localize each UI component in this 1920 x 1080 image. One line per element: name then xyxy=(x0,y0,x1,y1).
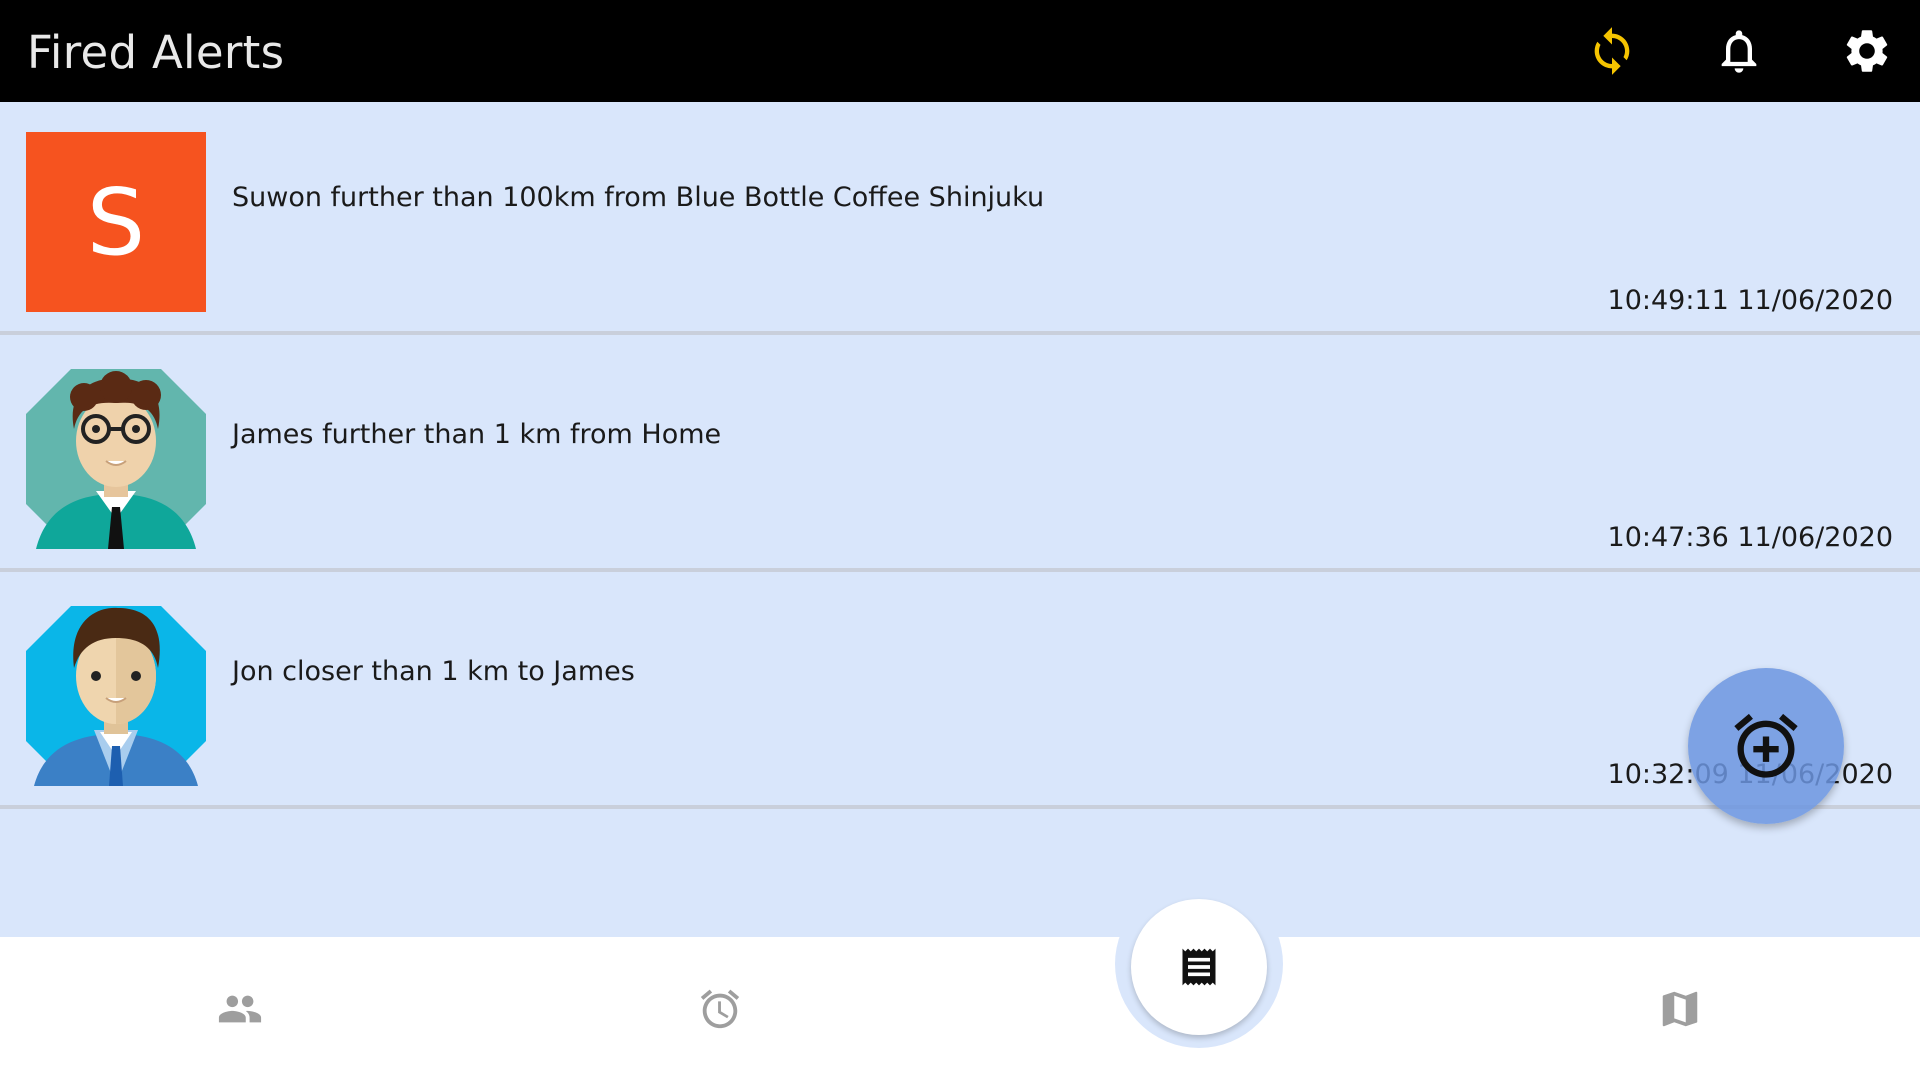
alert-row[interactable]: S Suwon further than 100km from Blue Bot… xyxy=(0,102,1920,335)
alert-message: Suwon further than 100km from Blue Bottl… xyxy=(232,182,1045,213)
add-alarm-icon xyxy=(1734,713,1798,778)
alarm-icon[interactable] xyxy=(692,985,748,1033)
man-suit-avatar xyxy=(26,606,206,786)
alerts-log-button[interactable] xyxy=(1131,899,1267,1035)
bottom-nav xyxy=(0,937,1920,1080)
alert-message: James further than 1 km from Home xyxy=(232,419,722,450)
alert-message: Jon closer than 1 km to James xyxy=(232,656,635,687)
man-glasses-avatar xyxy=(26,369,206,549)
add-alarm-button[interactable] xyxy=(1688,668,1844,824)
gear-icon[interactable] xyxy=(1838,22,1896,80)
people-icon[interactable] xyxy=(212,985,268,1033)
map-icon[interactable] xyxy=(1652,985,1708,1033)
alert-row[interactable]: James further than 1 km from Home 10:47:… xyxy=(0,339,1920,572)
receipt-icon xyxy=(1182,948,1216,986)
app-bar: Fired Alerts xyxy=(0,0,1920,102)
sync-icon[interactable] xyxy=(1583,22,1641,80)
alert-row[interactable]: Jon closer than 1 km to James 10:32:09 1… xyxy=(0,576,1920,809)
alert-timestamp: 10:49:11 11/06/2020 xyxy=(1607,285,1893,316)
alert-list: S Suwon further than 100km from Blue Bot… xyxy=(0,102,1920,937)
avatar-letter: S xyxy=(26,132,206,312)
alert-timestamp: 10:47:36 11/06/2020 xyxy=(1607,522,1893,553)
page-title: Fired Alerts xyxy=(27,26,285,79)
bell-icon[interactable] xyxy=(1710,22,1768,80)
avatar: S xyxy=(26,132,206,312)
